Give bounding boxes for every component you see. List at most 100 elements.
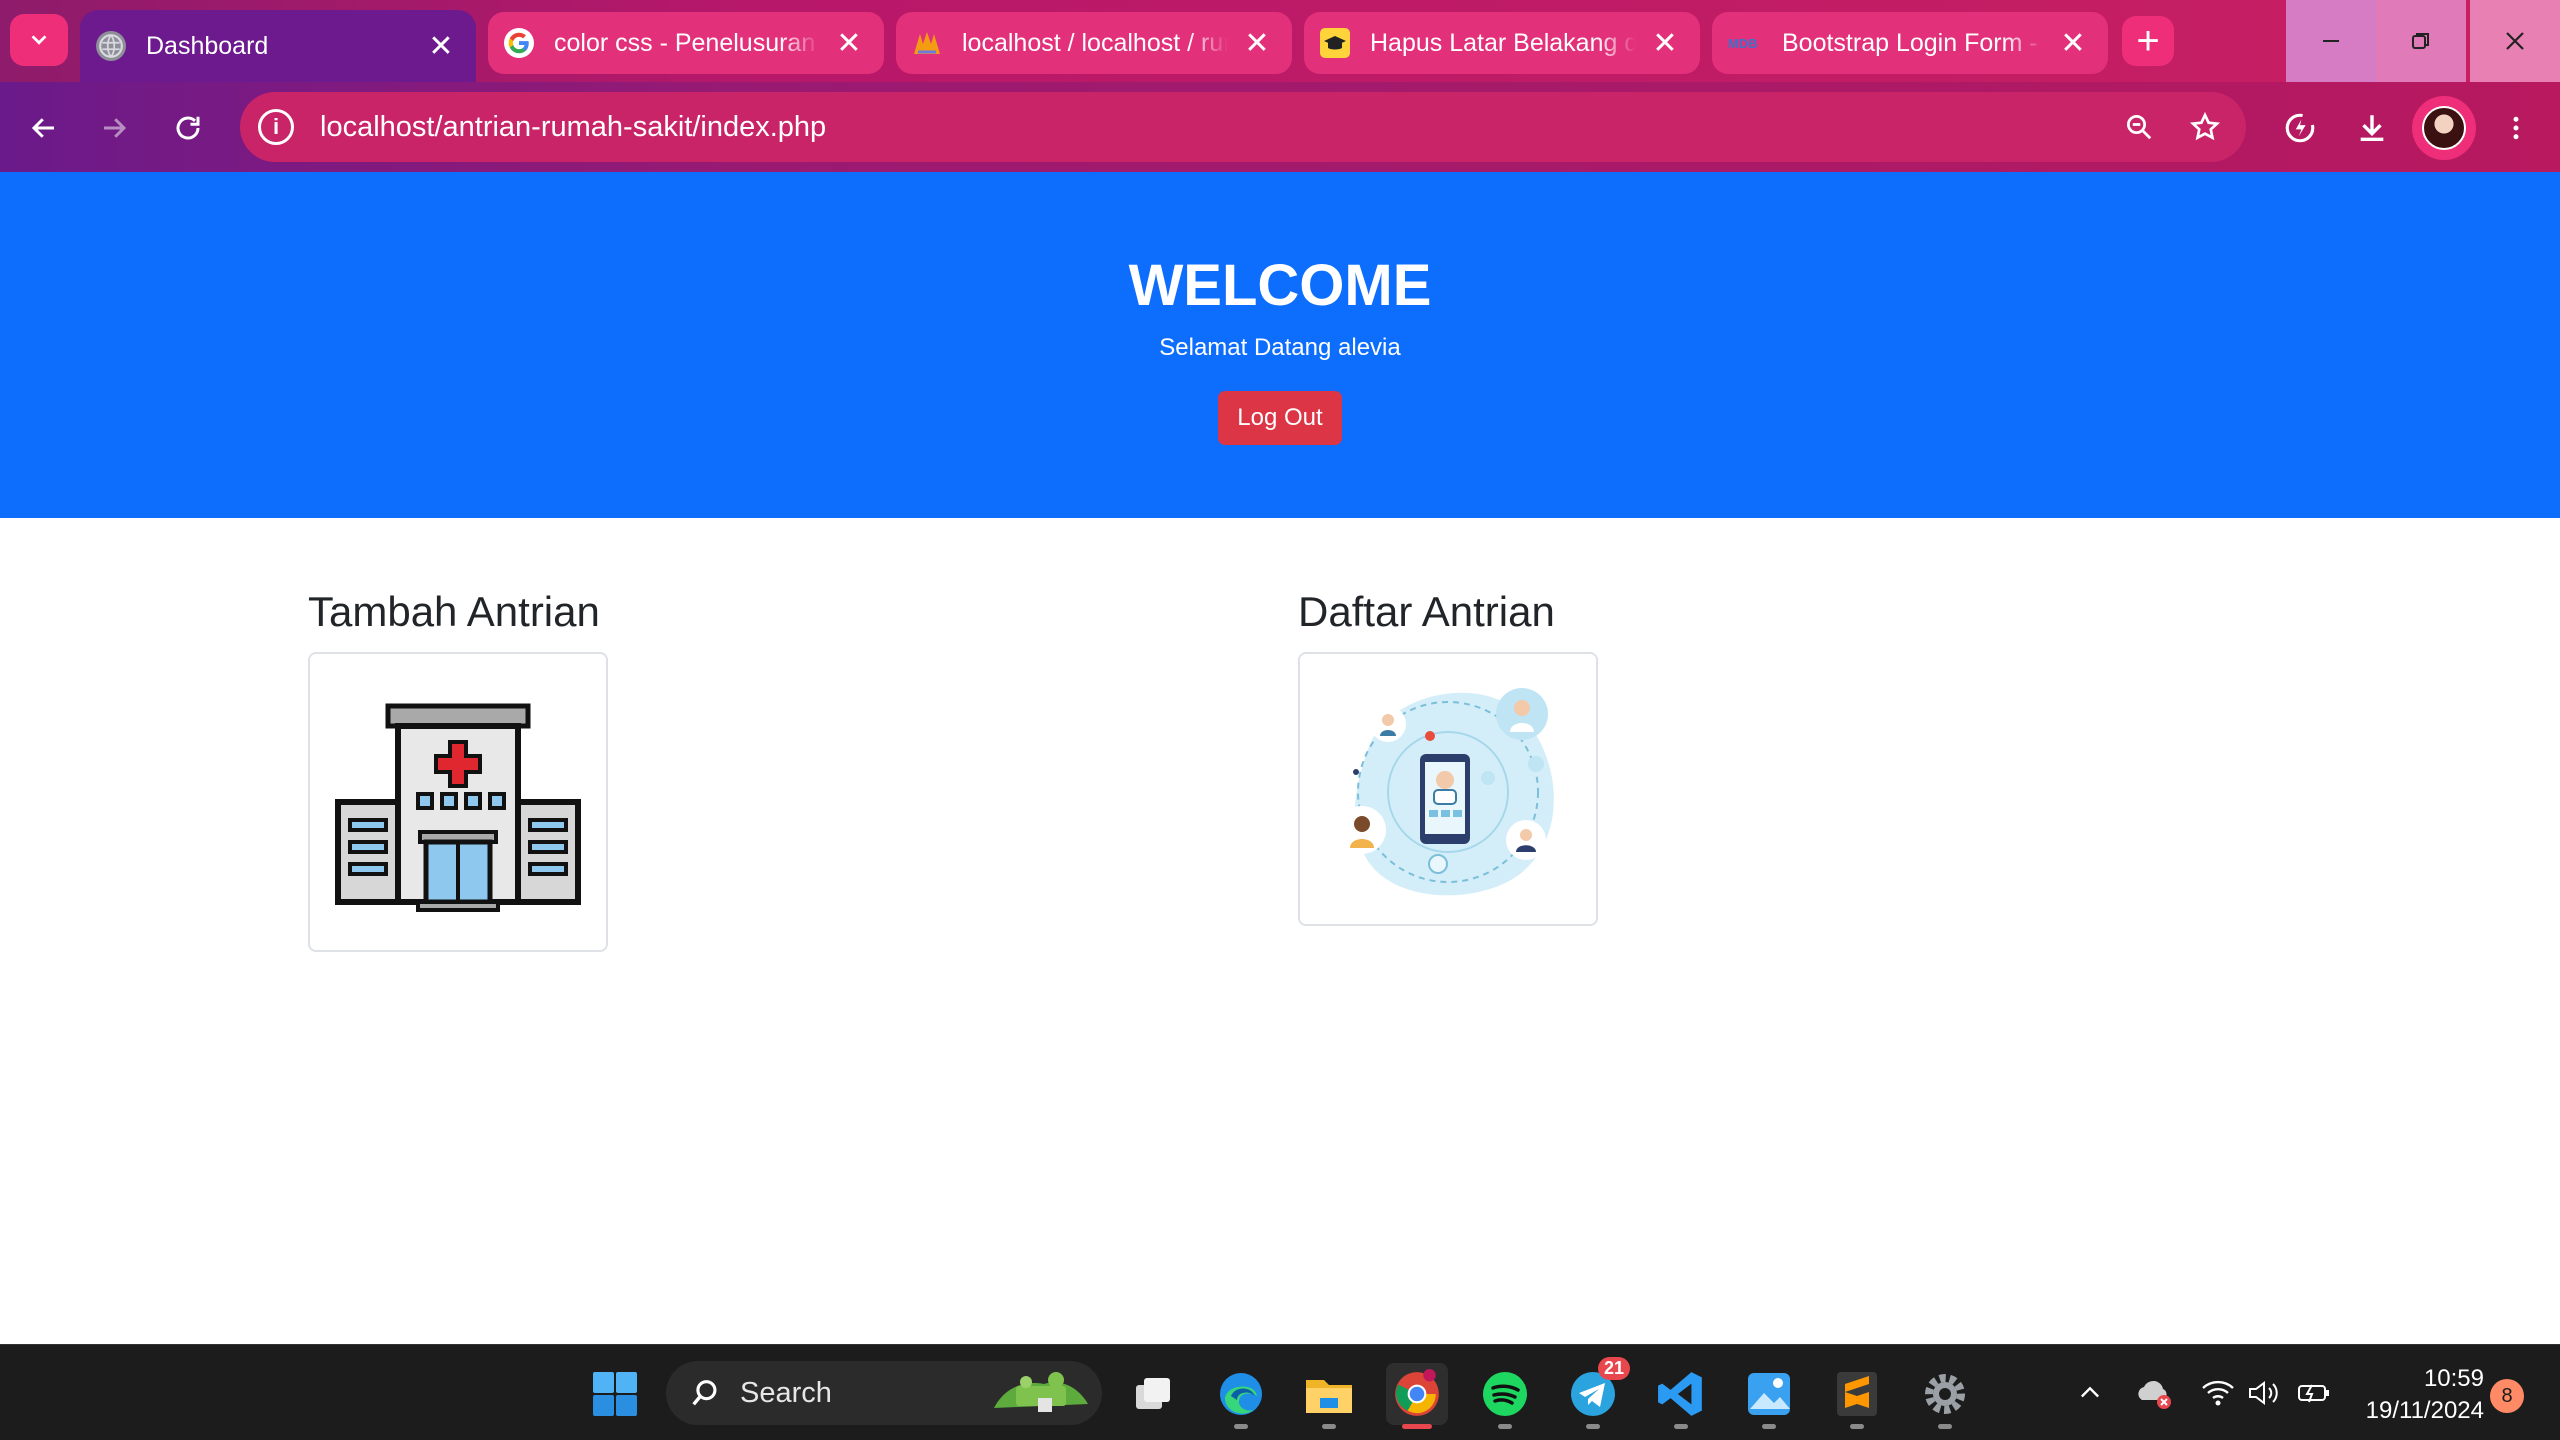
settings-app[interactable] — [1914, 1363, 1976, 1429]
vscode-icon — [1658, 1372, 1702, 1416]
phpmyadmin-icon — [912, 28, 942, 58]
close-icon[interactable]: ✕ — [1648, 26, 1682, 61]
logout-button[interactable]: Log Out — [1218, 391, 1342, 445]
close-icon[interactable]: ✕ — [832, 26, 866, 61]
arrow-left-icon — [31, 118, 54, 138]
clock-date: 19/11/2024 — [2365, 1397, 2484, 1424]
telegram-app[interactable]: 21 — [1562, 1357, 1630, 1429]
forward-button[interactable] — [86, 100, 142, 156]
tab-dashboard[interactable]: Dashboard ✕ — [80, 10, 476, 82]
back-button[interactable] — [16, 100, 72, 156]
graduation-cap-icon — [1320, 28, 1350, 58]
browser-toolbar: i localhost/antrian-rumah-sakit/index.ph… — [0, 82, 2560, 172]
search-icon — [692, 1380, 717, 1406]
clock-time: 10:59 — [2423, 1365, 2484, 1392]
chrome-app[interactable] — [1386, 1363, 1448, 1429]
battery-charging-icon[interactable] — [2290, 1369, 2338, 1417]
zoom-icon[interactable] — [2114, 102, 2164, 152]
running-indicator — [1234, 1424, 1248, 1429]
plus-icon: + — [2136, 18, 2160, 63]
photos-icon — [1748, 1373, 1790, 1415]
telegram-unread-badge: 21 — [1597, 1357, 1630, 1380]
windows-logo-icon — [593, 1372, 637, 1416]
performance-icon[interactable] — [2274, 102, 2326, 154]
gear-icon — [1925, 1374, 1965, 1414]
tab-title: Bootstrap Login Form - free — [1782, 28, 2044, 57]
profile-avatar[interactable] — [2412, 96, 2476, 160]
onedrive-error-icon[interactable] — [2130, 1369, 2178, 1417]
running-indicator — [1850, 1424, 1864, 1429]
edge-app[interactable] — [1210, 1363, 1272, 1429]
reload-icon — [176, 116, 200, 140]
search-highlight-icon — [994, 1372, 1088, 1412]
sublime-icon — [1837, 1372, 1877, 1416]
tambah-antrian-card[interactable] — [308, 652, 608, 952]
hospital-building-icon — [335, 703, 581, 912]
taskbar-search[interactable]: Search — [666, 1361, 1102, 1425]
running-indicator — [1674, 1424, 1688, 1429]
wifi-icon[interactable] — [2194, 1369, 2242, 1417]
welcome-banner: WELCOME Selamat Datang alevia Log Out — [0, 172, 2560, 518]
volume-icon[interactable] — [2240, 1369, 2288, 1417]
photos-app[interactable] — [1738, 1363, 1800, 1429]
avatar-image — [2422, 106, 2466, 150]
sublime-text-app[interactable] — [1826, 1363, 1888, 1429]
windows-taskbar: Search 21 10:59 19/11/2024 8 — [0, 1344, 2560, 1440]
tab-title: Dashboard — [146, 31, 269, 60]
welcome-title: WELCOME — [1128, 253, 1432, 318]
mdb-logo-icon: MDB — [1728, 28, 1762, 58]
menu-kebab-icon[interactable] — [2490, 102, 2542, 154]
globe-icon — [96, 31, 126, 61]
active-indicator — [1402, 1424, 1432, 1429]
close-icon[interactable]: ✕ — [424, 29, 458, 64]
notification-badge[interactable]: 8 — [2490, 1379, 2524, 1413]
edge-icon — [1220, 1373, 1262, 1415]
minimize-button[interactable] — [2286, 0, 2376, 82]
tab-title: color css - Penelusuran Google — [554, 28, 820, 57]
restore-button[interactable] — [2376, 0, 2466, 82]
file-explorer-app[interactable] — [1298, 1363, 1360, 1429]
close-icon[interactable]: ✕ — [1240, 26, 1274, 61]
restore-icon — [2412, 33, 2429, 49]
chrome-icon — [1395, 1369, 1439, 1416]
running-indicator — [1762, 1424, 1776, 1429]
tray-overflow-chevron-icon[interactable] — [2066, 1369, 2114, 1417]
task-view-button[interactable] — [1122, 1363, 1184, 1425]
tambah-antrian-title: Tambah Antrian — [308, 588, 600, 635]
daftar-antrian-card[interactable] — [1298, 652, 1598, 926]
star-icon[interactable] — [2180, 102, 2230, 152]
running-indicator — [1498, 1424, 1512, 1429]
daftar-antrian-title: Daftar Antrian — [1298, 588, 1555, 635]
folder-icon — [1306, 1380, 1352, 1413]
tab-bootstrap-login[interactable]: MDB Bootstrap Login Form - free ✕ — [1712, 12, 2108, 74]
tab-phpmyadmin[interactable]: localhost / localhost / rumah_sakit ✕ — [896, 12, 1292, 74]
site-info-icon[interactable]: i — [258, 109, 294, 145]
welcome-subtitle: Selamat Datang alevia — [1159, 334, 1401, 361]
close-icon — [2506, 32, 2524, 50]
download-icon[interactable] — [2346, 102, 2398, 154]
tab-remove-bg[interactable]: Hapus Latar Belakang dari Gambar ✕ — [1304, 12, 1700, 74]
doctor-phone-illustration-icon — [1338, 688, 1554, 896]
tab-search-button[interactable] — [10, 14, 68, 66]
address-bar[interactable]: i localhost/antrian-rumah-sakit/index.ph… — [240, 92, 2246, 162]
task-view-icon — [1136, 1378, 1170, 1409]
tab-title: Hapus Latar Belakang dari Gambar — [1370, 28, 1636, 57]
close-icon[interactable]: ✕ — [2056, 26, 2090, 61]
tab-google-search[interactable]: color css - Penelusuran Google ✕ — [488, 12, 884, 74]
running-indicator — [1322, 1424, 1336, 1429]
start-button[interactable] — [584, 1363, 646, 1425]
spotify-app[interactable] — [1474, 1363, 1536, 1429]
vscode-app[interactable] — [1650, 1363, 1712, 1429]
search-label: Search — [740, 1376, 832, 1409]
close-window-button[interactable] — [2470, 0, 2560, 82]
system-clock[interactable]: 10:59 19/11/2024 — [2350, 1363, 2484, 1427]
spotify-icon — [1483, 1372, 1527, 1416]
new-tab-button[interactable]: + — [2122, 16, 2174, 66]
browser-tab-strip: Dashboard ✕ color css - Penelusuran Goog… — [0, 0, 2560, 82]
reload-button[interactable] — [160, 100, 216, 156]
google-icon — [504, 28, 534, 58]
svg-text:MDB: MDB — [1728, 36, 1758, 51]
url-text[interactable]: localhost/antrian-rumah-sakit/index.php — [320, 111, 2114, 144]
arrow-right-icon — [104, 118, 127, 138]
chevron-down-icon — [31, 35, 47, 45]
